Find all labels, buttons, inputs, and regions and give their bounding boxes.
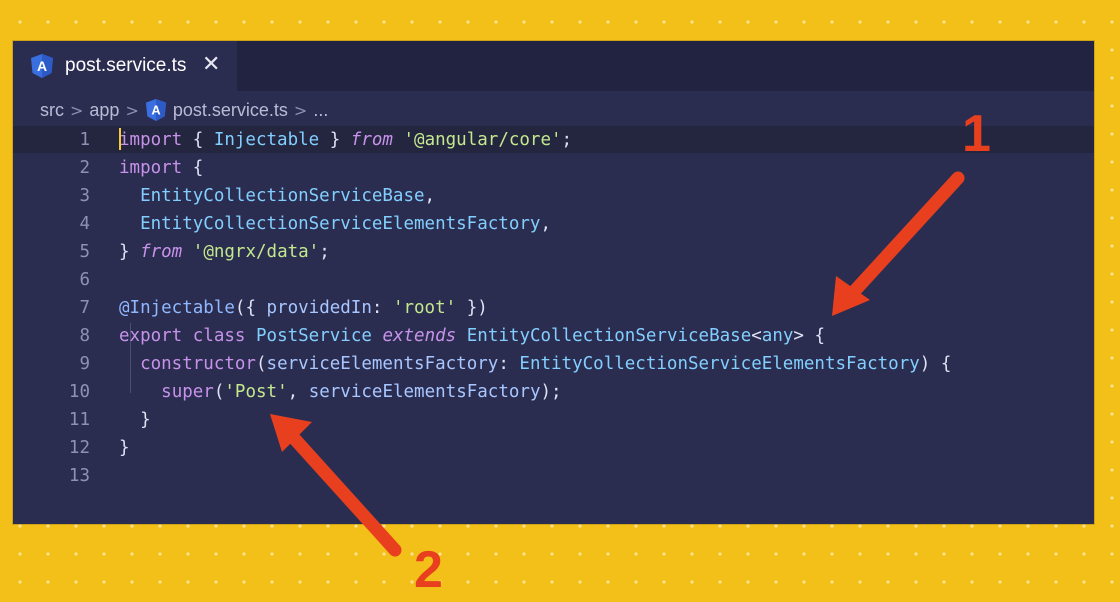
arrow-2	[270, 414, 402, 557]
annotation-arrows	[270, 171, 965, 557]
annotation-label-1: 1	[962, 105, 991, 163]
arrow-1	[832, 171, 965, 316]
annotation-label-2: 2	[414, 541, 443, 599]
